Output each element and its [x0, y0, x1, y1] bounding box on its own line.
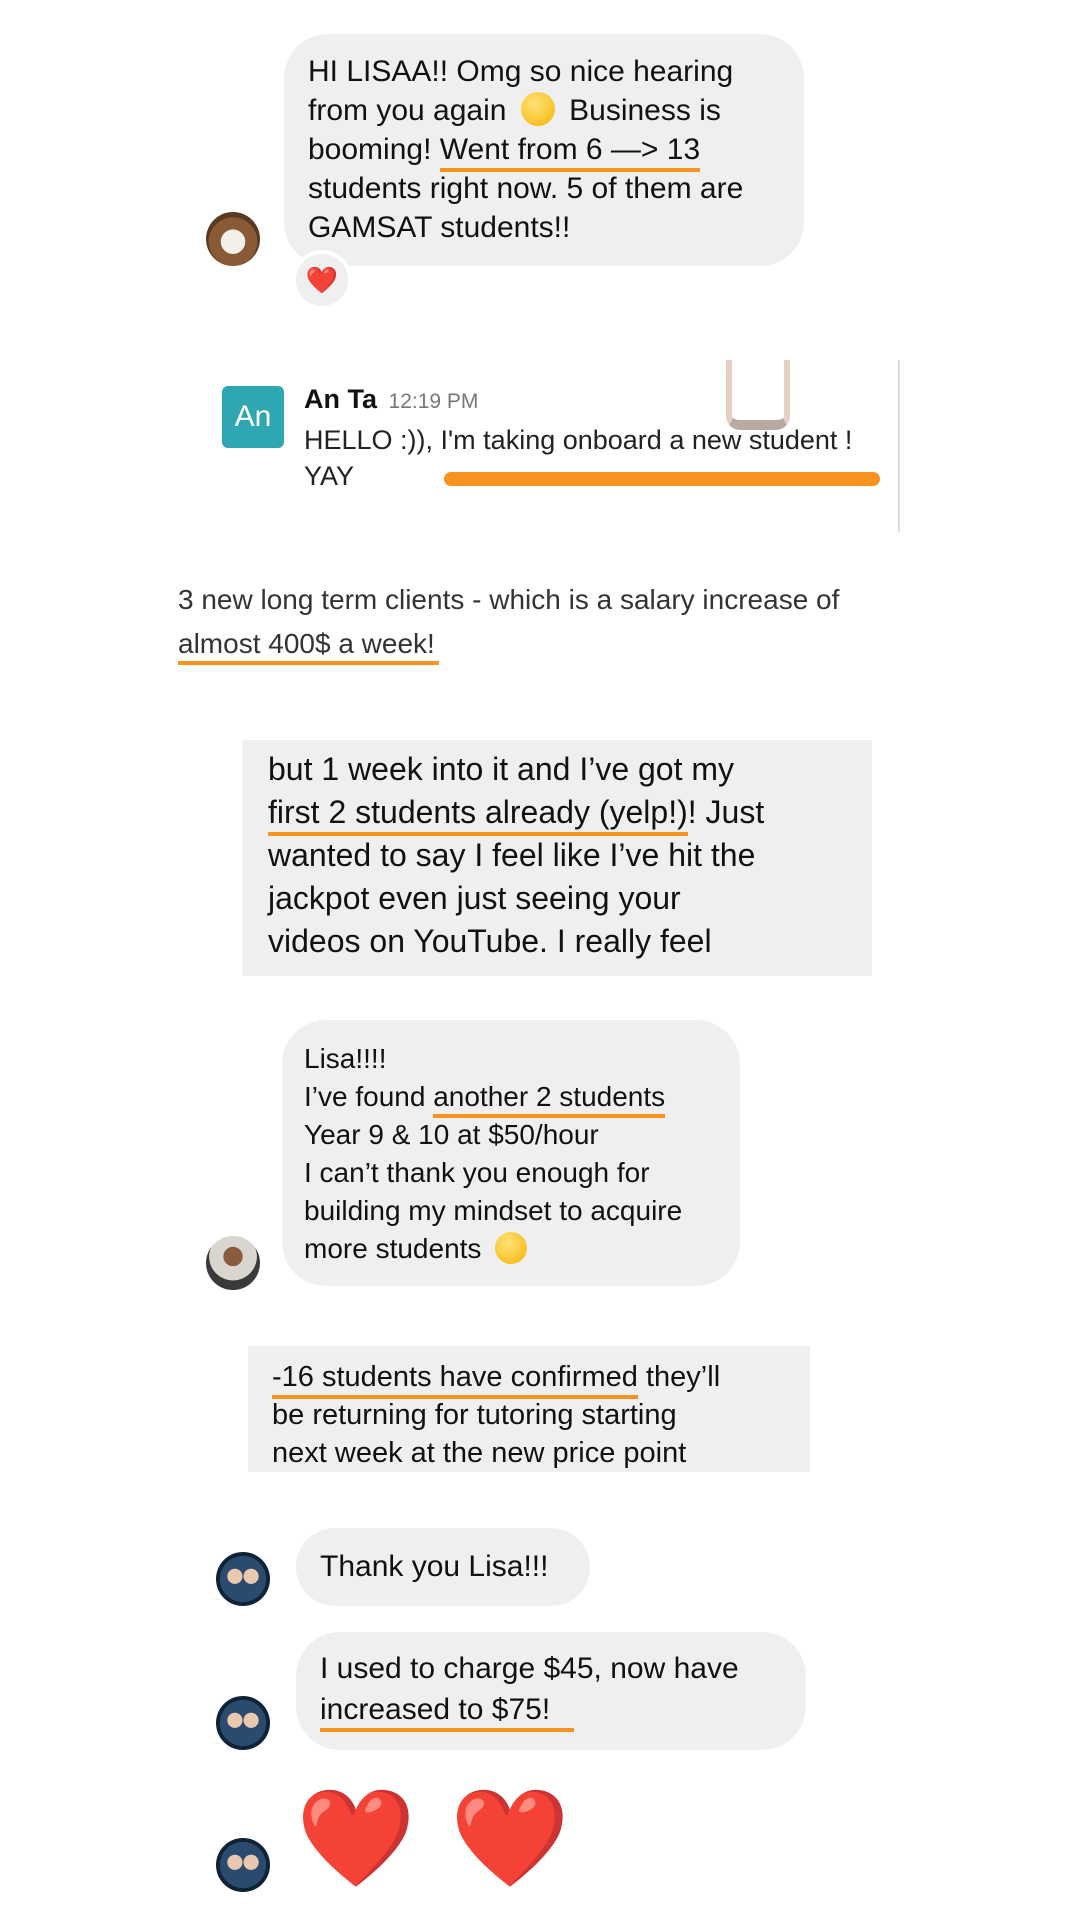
- message-line: HI LISAA!! Omg so nice hearing: [308, 55, 734, 88]
- slack-message-card: An An Ta 12:19 PM HELLO :)), I'm taking …: [214, 360, 900, 532]
- message-line: building my mindset to acquire: [304, 1195, 683, 1226]
- avatar-duo: [216, 1838, 270, 1892]
- message-line: be returning for tutoring starting: [272, 1399, 677, 1431]
- sender-name: An Ta: [304, 384, 377, 414]
- message-line: next week at the new price point: [272, 1437, 687, 1469]
- avatar-man: [206, 1236, 260, 1290]
- message-line: videos on YouTube. I really feel: [268, 923, 712, 959]
- star-struck-emoji-icon: [520, 92, 555, 126]
- message-line: but 1 week into it and I’ve got my: [268, 751, 735, 787]
- message-line: I’ve found: [304, 1081, 434, 1112]
- avatar-duo: [216, 1696, 270, 1750]
- message-line: more students: [304, 1233, 482, 1264]
- timestamp: 12:19 PM: [388, 390, 479, 413]
- message-bubble-7: I used to charge $45, now have increased…: [296, 1632, 806, 1750]
- message-line: ! Just: [687, 794, 765, 830]
- message-snippet-3: but 1 week into it and I’ve got my first…: [242, 740, 872, 976]
- message-bubble-1: HI LISAA!! Omg so nice hearing from you …: [284, 34, 804, 266]
- highlight-underline: -16 students have confirmed: [272, 1361, 638, 1399]
- message-line: GAMSAT students!!: [308, 211, 571, 244]
- highlight-underline: Went from 6 —> 13: [439, 133, 701, 172]
- highlight-underline: another 2 students: [433, 1081, 666, 1118]
- message-line: Business is: [569, 94, 721, 127]
- message-line: jackpot even just seeing your: [268, 880, 681, 916]
- message-snippet-5: -16 students have confirmed they’ll be r…: [248, 1346, 810, 1472]
- message-line: I can’t thank you enough for: [304, 1157, 650, 1188]
- avatar-dog: [206, 212, 260, 266]
- message-line: booming!: [308, 133, 432, 166]
- highlight-stroke: [444, 472, 880, 486]
- avatar-duo: [216, 1552, 270, 1606]
- message-line: 3 new long term clients - which is a sal…: [178, 584, 840, 615]
- message-line: students right now. 5 of them are: [308, 172, 744, 205]
- message-line: Lisa!!!!: [304, 1043, 387, 1074]
- message-line: Year 9 & 10 at $50/hour: [304, 1119, 599, 1150]
- decorative-sticker: [726, 360, 790, 430]
- review-text: 3 new long term clients - which is a sal…: [178, 578, 839, 666]
- message-line: from you again: [308, 94, 507, 127]
- heart-reaction-icon[interactable]: ❤️: [292, 250, 352, 310]
- highlight-underline: almost 400$ a week!: [178, 628, 439, 665]
- message-text: Thank you Lisa!!!: [320, 1550, 549, 1583]
- message-line: wanted to say I feel like I’ve hit the: [268, 837, 756, 873]
- message-bubble-4: Lisa!!!! I’ve found another 2 students Y…: [282, 1020, 740, 1286]
- avatar-slack: An: [222, 386, 284, 448]
- message-line: I used to charge $45, now have: [320, 1652, 739, 1685]
- highlight-underline: increased to $75!: [320, 1693, 575, 1732]
- heart-emoji-row: ❤️ ❤️: [296, 1784, 570, 1894]
- heart-emoji-icon: ❤️: [296, 1785, 416, 1892]
- smiling-emoji-icon: [495, 1232, 528, 1264]
- heart-emoji-icon: ❤️: [450, 1785, 570, 1892]
- message-line: they’ll: [637, 1361, 721, 1393]
- message-bubble-6: Thank you Lisa!!!: [296, 1528, 590, 1606]
- highlight-underline: first 2 students already (yelp!): [268, 794, 688, 836]
